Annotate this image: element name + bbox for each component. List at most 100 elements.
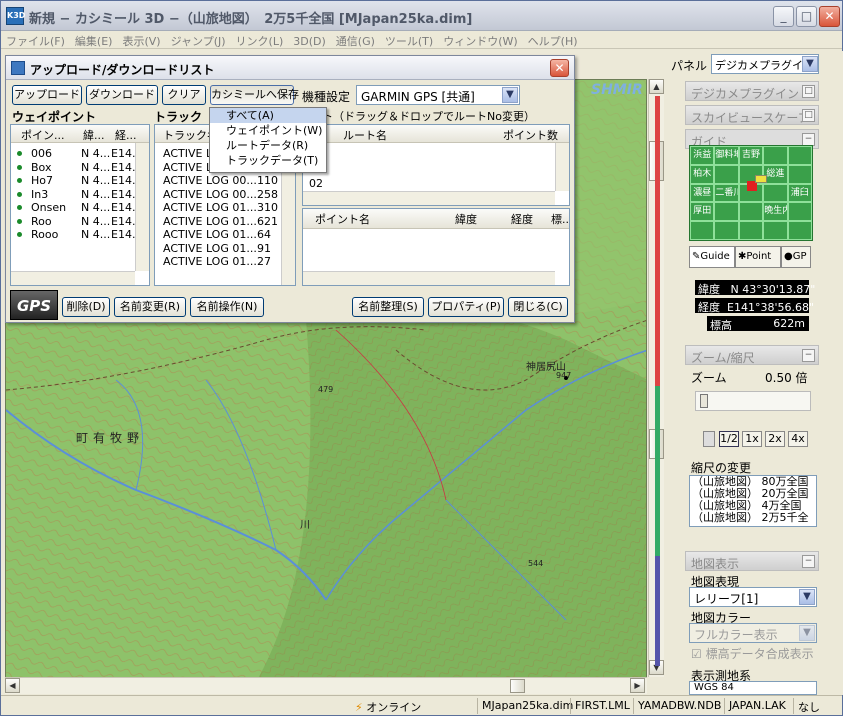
device-select[interactable]: GARMIN GPS [共通] <box>356 85 520 105</box>
waypoint-list[interactable]: ポイン... 緯... 経... 006 N 4... E14... Box N 4..… <box>10 124 150 286</box>
zoom-slider-thumb[interactable] <box>700 394 708 408</box>
dialog-close-bottom-button[interactable]: 閉じる(C) <box>508 297 568 317</box>
title-bar[interactable]: K3D 新規 − カシミール 3D −（山旅地図） 2万5千全国 [MJapan… <box>1 1 842 31</box>
save-to-kashmir-button[interactable]: カシミールへ保存 <box>210 85 299 105</box>
guide-map-grid[interactable]: 浜益御料地吉野柏木総進濃昼二番川浦臼厚田晩生内 <box>689 145 813 241</box>
waypoint-row[interactable]: Box N 4... E14... <box>11 161 142 174</box>
section-digicam[interactable]: デジカメプラグイン □ <box>685 81 819 101</box>
guide-cell[interactable]: 柏木 <box>690 164 715 184</box>
route-points-list[interactable]: ポイント名 緯度 経度 標... <box>302 208 570 286</box>
track-row[interactable]: ACTIVE LOG 00... 258 <box>155 188 281 201</box>
track-row[interactable]: ACTIVE LOG 01... 310 <box>155 201 281 214</box>
tab-point[interactable]: ✱Point <box>735 246 781 268</box>
menu-file[interactable]: ファイル(F) <box>1 31 70 51</box>
waypoint-row[interactable]: Ho7 N 4... E14... <box>11 174 142 187</box>
rename-button[interactable]: 名前変更(R) <box>114 297 186 317</box>
menu-link[interactable]: リンク(L) <box>231 31 289 51</box>
col-lon[interactable]: 経... <box>115 127 137 143</box>
guide-cell[interactable] <box>763 146 788 165</box>
guide-cell[interactable] <box>787 164 812 184</box>
tab-guide[interactable]: ✎Guide <box>689 246 735 268</box>
waypoint-row[interactable]: In3 N 4... E14... <box>11 188 142 201</box>
menu-window[interactable]: ウィンドウ(W) <box>438 31 522 51</box>
guide-cell[interactable]: 浦臼 <box>787 183 812 203</box>
chevron-down-icon[interactable]: ▼ <box>502 87 518 103</box>
guide-cell[interactable]: 晩生内 <box>763 202 788 222</box>
col-point-name[interactable]: ポイン... <box>21 127 65 143</box>
guide-cell[interactable] <box>738 202 764 222</box>
waypoint-row[interactable]: 006 N 4... E14... <box>11 147 142 160</box>
track-row[interactable]: ACTIVE LOG 01... 621 <box>155 215 281 228</box>
collapse-icon[interactable]: − <box>802 555 815 568</box>
hscroll-thumb[interactable] <box>510 679 525 693</box>
col-latitude[interactable]: 緯度 <box>455 211 477 227</box>
guide-cell[interactable] <box>763 221 788 240</box>
route-row[interactable]: 02 <box>309 177 323 190</box>
col-route-name[interactable]: ルート名 <box>343 127 387 143</box>
zoom-4x-button[interactable]: 4x <box>788 431 808 447</box>
scroll-left-button[interactable]: ◀ <box>5 678 20 693</box>
route-list[interactable]: ルート名 ポイント数 02 <box>302 124 570 206</box>
track-row[interactable]: ACTIVE LOG 01... 64 <box>155 228 281 241</box>
menu-edit[interactable]: 編集(E) <box>70 31 118 51</box>
dialog-title-bar[interactable]: アップロード/ダウンロードリスト ✕ <box>6 56 574 80</box>
zoom-2x-button[interactable]: 2x <box>765 431 785 447</box>
chevron-down-icon[interactable]: ▼ <box>799 625 815 641</box>
dialog-close-button[interactable]: ✕ <box>550 59 569 77</box>
track-row[interactable]: ACTIVE LOG 01... 27 <box>155 255 281 268</box>
guide-cell[interactable]: 吉野 <box>738 146 764 165</box>
scale-list-item[interactable]: （山旅地図） 2万5千全 <box>690 512 816 524</box>
menu-view[interactable]: 表示(V) <box>117 31 165 51</box>
col-point[interactable]: ポイント名 <box>315 211 370 227</box>
clear-button[interactable]: クリア <box>162 85 206 105</box>
guide-cell[interactable]: 二番川 <box>714 183 739 203</box>
minimize-button[interactable]: _ <box>773 6 794 27</box>
waypoint-row[interactable]: Roo N 4... E14... <box>11 215 142 228</box>
guide-cell[interactable]: 厚田 <box>690 202 715 222</box>
section-skyview[interactable]: スカイビュースケープ □ <box>685 105 819 125</box>
close-button[interactable]: ✕ <box>819 6 840 27</box>
name-operation-button[interactable]: 名前操作(N) <box>190 297 264 317</box>
guide-cell[interactable] <box>787 146 812 165</box>
download-button[interactable]: ダウンロード <box>86 85 158 105</box>
map-horizontal-scrollbar[interactable]: ◀ ▶ <box>5 677 647 694</box>
name-sort-button[interactable]: 名前整理(S) <box>352 297 424 317</box>
guide-cell[interactable]: 浜益 <box>690 146 715 165</box>
zoom-blank-button[interactable] <box>703 431 715 447</box>
properties-button[interactable]: プロパティ(P) <box>428 297 504 317</box>
upload-button[interactable]: アップロード <box>12 85 82 105</box>
menu-item-track[interactable]: トラックデータ(T) <box>210 153 326 168</box>
guide-cell[interactable] <box>714 221 739 240</box>
col-lat[interactable]: 緯... <box>83 127 105 143</box>
zoom-half-button[interactable]: 1/2 <box>719 431 739 447</box>
zoom-1x-button[interactable]: 1x <box>742 431 762 447</box>
menu-item-route[interactable]: ルートデータ(R) <box>210 138 326 153</box>
guide-cell[interactable] <box>714 202 739 222</box>
guide-cell[interactable]: 御料地 <box>714 146 739 165</box>
scale-list[interactable]: （山旅地図） 80万全国 （山旅地図） 20万全国 （山旅地図） 4万全国 （山旅地図… <box>689 475 817 527</box>
scroll-right-button[interactable]: ▶ <box>630 678 645 693</box>
delete-button[interactable]: 削除(D) <box>62 297 110 317</box>
map-expression-select[interactable]: レリーフ[1] <box>689 587 817 607</box>
section-zoom[interactable]: ズーム/縮尺 − <box>685 345 819 365</box>
route-vscroll[interactable] <box>555 143 569 191</box>
track-row[interactable]: ACTIVE LOG 00... 110 <box>155 174 281 187</box>
guide-cell[interactable]: 濃昼 <box>690 183 715 203</box>
route-hscroll[interactable] <box>303 191 555 205</box>
map-color-select[interactable]: フルカラー表示 <box>689 623 817 643</box>
section-toggle-icon[interactable]: □ <box>802 85 815 98</box>
menu-tools[interactable]: ツール(T) <box>380 31 438 51</box>
section-toggle-icon[interactable]: □ <box>802 109 815 122</box>
scroll-up-button[interactable]: ▲ <box>649 79 664 94</box>
menu-comm[interactable]: 通信(G) <box>331 31 380 51</box>
guide-cell[interactable] <box>787 202 812 222</box>
guide-cell[interactable] <box>690 221 715 240</box>
waypoint-hscroll[interactable] <box>11 271 135 285</box>
menu-item-all[interactable]: すべて(A) <box>210 108 326 123</box>
chevron-down-icon[interactable]: ▼ <box>802 56 818 72</box>
tab-gps[interactable]: ●GP <box>781 246 811 268</box>
guide-cell[interactable] <box>714 164 739 184</box>
waypoint-vscroll[interactable] <box>135 143 149 271</box>
menu-3d[interactable]: 3D(D) <box>288 33 331 50</box>
guide-cell[interactable] <box>787 221 812 240</box>
